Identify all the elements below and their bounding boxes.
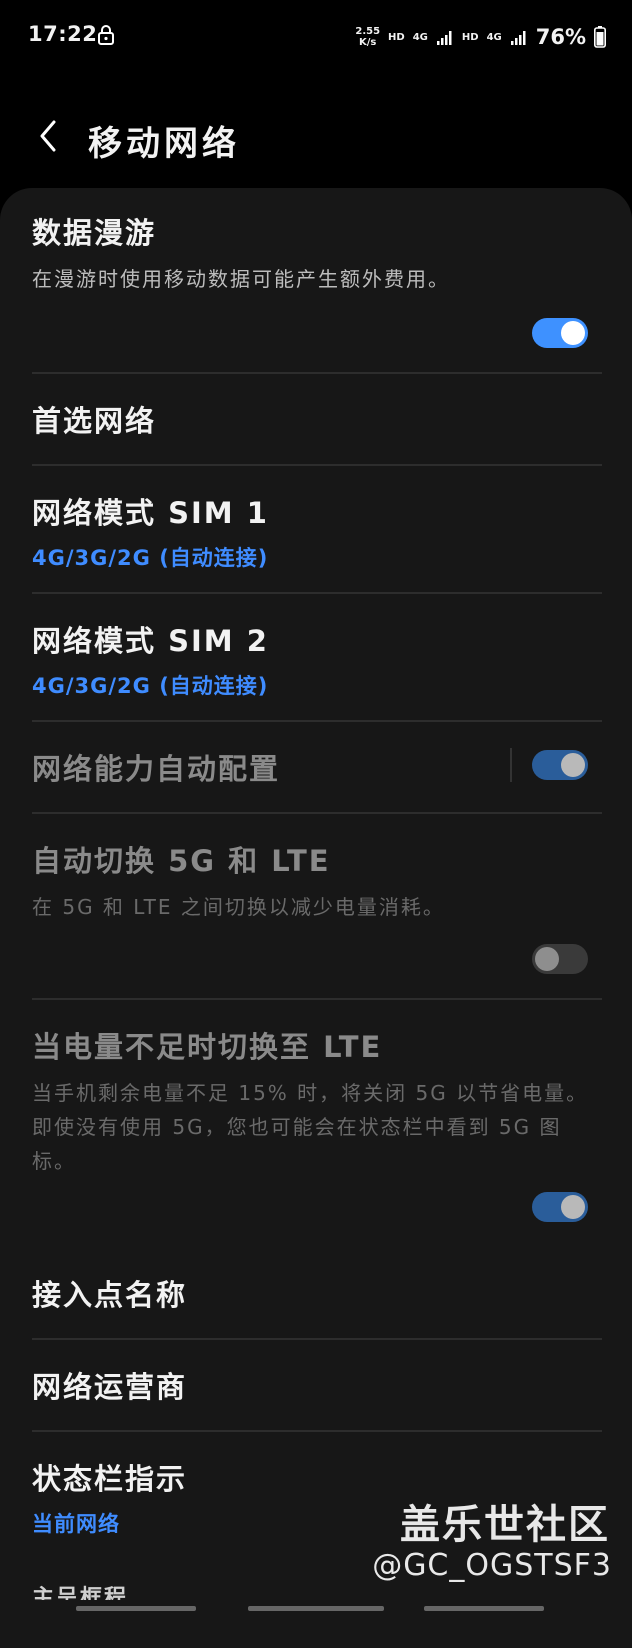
auto-switch-title: 自动切换 5G 和 LTE xyxy=(32,844,331,878)
auto-config-title: 网络能力自动配置 xyxy=(32,752,281,786)
nav-home-button[interactable] xyxy=(248,1606,384,1611)
network-mode-sim1-row[interactable]: 网络模式 SIM 1 4G/3G/2G (自动连接) xyxy=(32,490,602,572)
auto-config-toggle xyxy=(532,750,588,780)
preferred-network-title: 首选网络 xyxy=(32,404,157,438)
network-mode-sim2-value: 4G/3G/2G (自动连接) xyxy=(32,674,269,698)
hd-badge: HD xyxy=(461,31,479,43)
toggle-knob xyxy=(535,947,559,971)
preferred-network-row[interactable]: 首选网络 xyxy=(32,398,602,440)
navigation-bar xyxy=(0,1600,632,1620)
network-mode-sim2-row[interactable]: 网络模式 SIM 2 4G/3G/2G (自动连接) xyxy=(32,618,602,700)
network-operator-title: 网络运营商 xyxy=(32,1370,188,1404)
low-battery-toggle xyxy=(532,1192,588,1222)
network-type: 4G xyxy=(412,31,428,43)
toggle-knob xyxy=(561,1195,585,1219)
status-bar: 17:22 2.55 K/s HD 4G HD 4G 76% xyxy=(0,0,632,80)
apn-row[interactable]: 接入点名称 xyxy=(32,1272,602,1314)
auto-switch-subtitle: 在 5G 和 LTE 之间切换以减少电量消耗。 xyxy=(32,895,445,919)
auto-switch-toggle xyxy=(532,944,588,974)
chevron-left-icon[interactable] xyxy=(36,118,60,154)
status-time: 17:22 xyxy=(28,22,98,46)
data-roaming-title: 数据漫游 xyxy=(32,216,157,250)
signal-icon xyxy=(436,31,452,45)
low-battery-subtitle: 当手机剩余电量不足 15% 时，将关闭 5G 以节省电量。即使没有使用 5G，您… xyxy=(32,1081,589,1173)
lock-icon xyxy=(98,25,114,45)
divider xyxy=(32,1338,602,1340)
network-speed: 2.55 K/s xyxy=(355,26,381,48)
network-operator-row[interactable]: 网络运营商 xyxy=(32,1364,602,1406)
nav-back-button[interactable] xyxy=(424,1606,544,1611)
page-title: 移动网络 xyxy=(88,124,240,164)
app-bar: 移动网络 xyxy=(0,100,632,180)
apn-title: 接入点名称 xyxy=(32,1278,188,1312)
divider xyxy=(32,1430,602,1432)
divider xyxy=(32,372,602,374)
network-mode-sim1-title: 网络模式 SIM 1 xyxy=(32,496,269,530)
divider xyxy=(32,812,602,814)
partial-next-row: 主呈框程 xyxy=(32,1586,129,1600)
status-icons: 2.55 K/s HD 4G HD 4G 76% xyxy=(355,22,606,52)
auto-switch-5g-lte-row: 自动切换 5G 和 LTE 在 5G 和 LTE 之间切换以减少电量消耗。 xyxy=(32,838,602,924)
vertical-divider xyxy=(510,748,512,782)
network-mode-sim1-value: 4G/3G/2G (自动连接) xyxy=(32,546,269,570)
low-battery-lte-row: 当电量不足时切换至 LTE 当手机剩余电量不足 15% 时，将关闭 5G 以节省… xyxy=(32,1024,602,1178)
settings-card: 数据漫游 在漫游时使用移动数据可能产生额外费用。 首选网络 网络模式 SIM 1… xyxy=(0,188,632,1648)
divider xyxy=(32,998,602,1000)
battery-percent: 76% xyxy=(535,25,586,49)
toggle-knob xyxy=(561,753,585,777)
nav-recent-button[interactable] xyxy=(76,1606,196,1611)
divider xyxy=(32,464,602,466)
network-type: 4G xyxy=(486,31,502,43)
signal-icon xyxy=(510,31,526,45)
auto-config-row: 网络能力自动配置 xyxy=(32,746,602,788)
battery-icon xyxy=(594,26,606,48)
watermark-user: @GC_OGSTSF3 xyxy=(372,1548,612,1583)
divider xyxy=(32,592,602,594)
data-roaming-toggle[interactable] xyxy=(532,318,588,348)
toggle-knob xyxy=(561,321,585,345)
data-roaming-subtitle: 在漫游时使用移动数据可能产生额外费用。 xyxy=(32,267,450,291)
divider xyxy=(32,720,602,722)
low-battery-title: 当电量不足时切换至 LTE xyxy=(32,1030,383,1064)
data-roaming-row[interactable]: 数据漫游 在漫游时使用移动数据可能产生额外费用。 xyxy=(32,210,602,296)
watermark-brand: 盖乐世社区 xyxy=(400,1502,610,1548)
network-mode-sim2-title: 网络模式 SIM 2 xyxy=(32,624,269,658)
hd-badge: HD xyxy=(388,31,405,43)
